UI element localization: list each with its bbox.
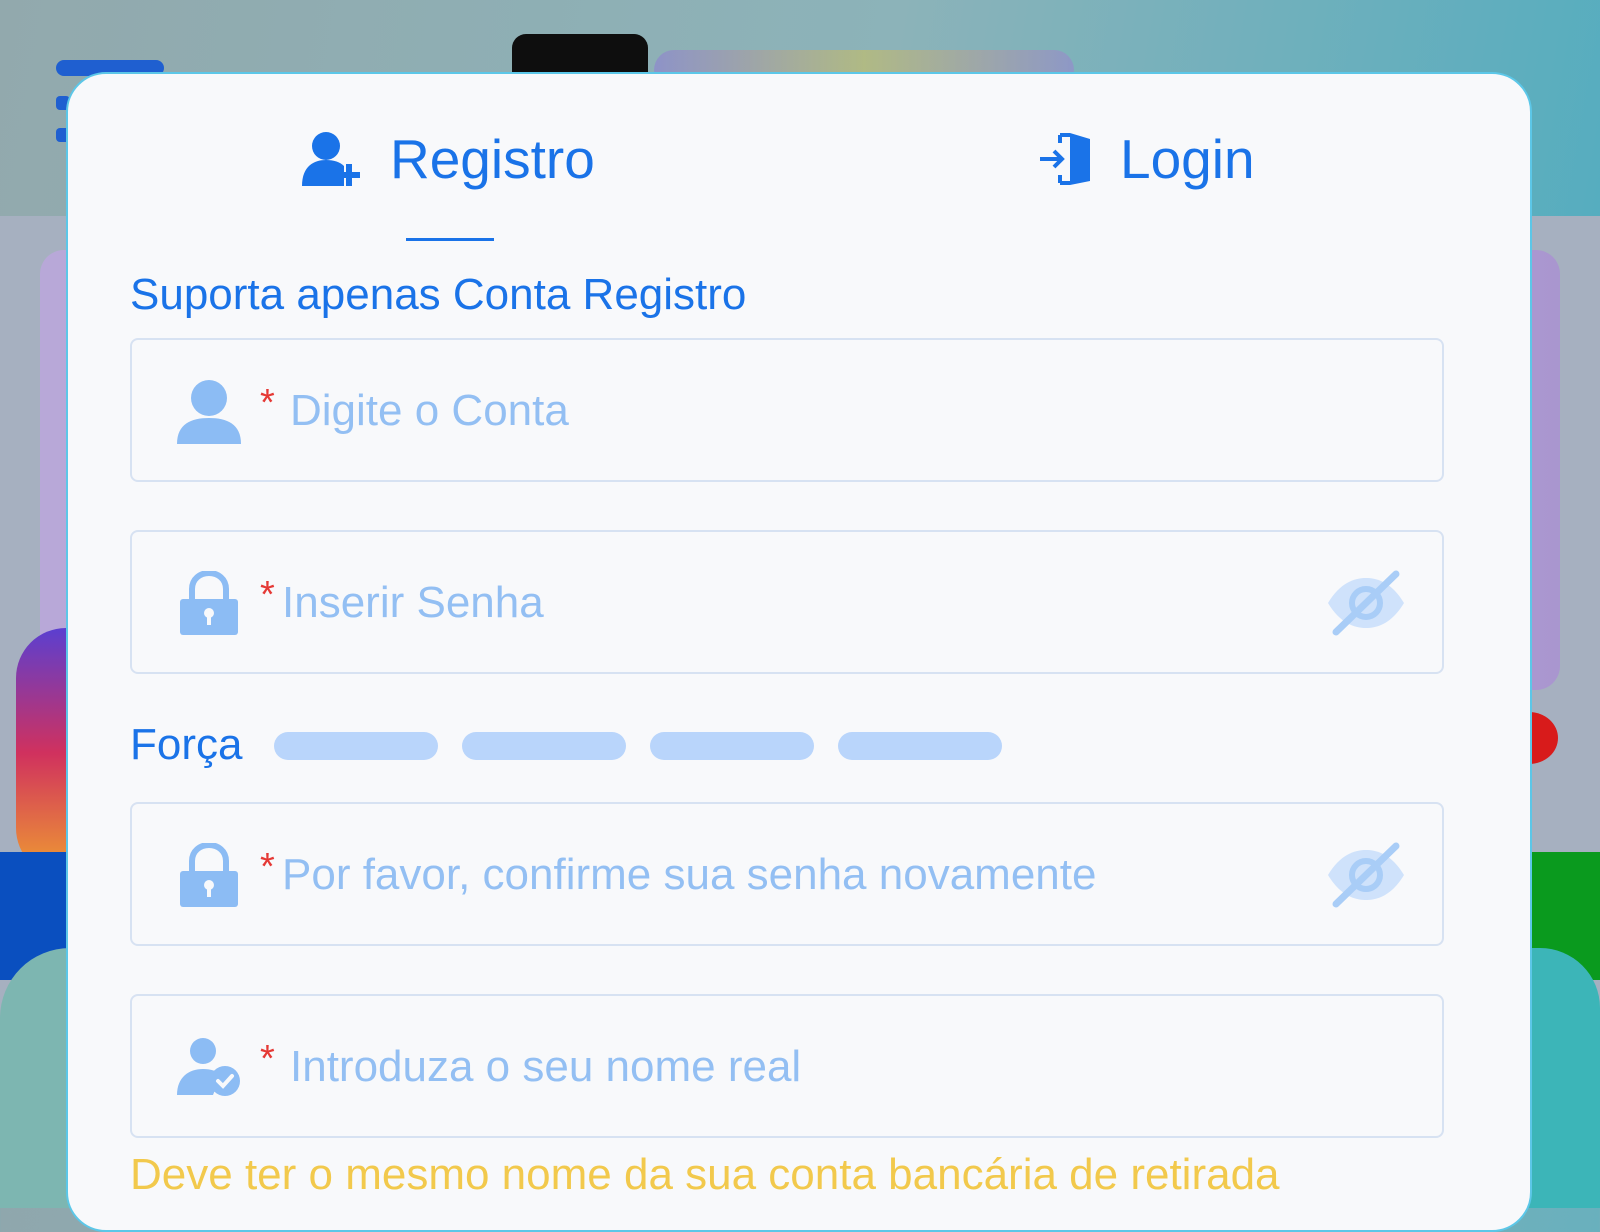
confirm-password-field[interactable]: * Por favor, confirme sua senha novament…	[130, 802, 1444, 946]
lock-icon	[176, 842, 242, 908]
required-mark: *	[260, 1038, 275, 1080]
password-placeholder: Inserir Senha	[282, 578, 544, 627]
strength-bar-segment	[462, 732, 626, 760]
password-field[interactable]: * Inserir Senha	[130, 530, 1444, 674]
tab-login[interactable]: Login	[1040, 124, 1255, 194]
user-check-icon	[176, 1034, 242, 1100]
register-modal: Registro Login Suporta apenas Conta Regi…	[66, 72, 1532, 1232]
real-name-field[interactable]: * Introduza o seu nome real	[130, 994, 1444, 1138]
eye-off-icon[interactable]	[1324, 568, 1408, 638]
active-tab-indicator	[406, 238, 494, 241]
confirm-password-placeholder: Por favor, confirme sua senha novamente	[282, 850, 1097, 899]
account-field[interactable]: * Digite o Conta	[130, 338, 1444, 482]
lock-icon	[176, 570, 242, 636]
bank-name-notice: Deve ter o mesmo nome da sua conta bancá…	[130, 1150, 1280, 1199]
required-mark: *	[260, 846, 275, 888]
tab-registro[interactable]: Registro	[302, 124, 595, 194]
user-plus-icon	[302, 130, 364, 188]
strength-bar-segment	[650, 732, 814, 760]
strength-bar-segment	[274, 732, 438, 760]
required-mark: *	[260, 382, 275, 424]
strength-label: Força	[130, 720, 243, 769]
tab-registro-label: Registro	[390, 128, 595, 190]
login-door-icon	[1040, 131, 1094, 187]
real-name-placeholder: Introduza o seu nome real	[290, 1042, 802, 1091]
tab-login-label: Login	[1120, 128, 1255, 190]
user-icon	[176, 378, 242, 444]
strength-bar-segment	[838, 732, 1002, 760]
support-text: Suporta apenas Conta Registro	[130, 270, 747, 319]
required-mark: *	[260, 574, 275, 616]
eye-off-icon[interactable]	[1324, 840, 1408, 910]
account-placeholder: Digite o Conta	[290, 386, 569, 435]
